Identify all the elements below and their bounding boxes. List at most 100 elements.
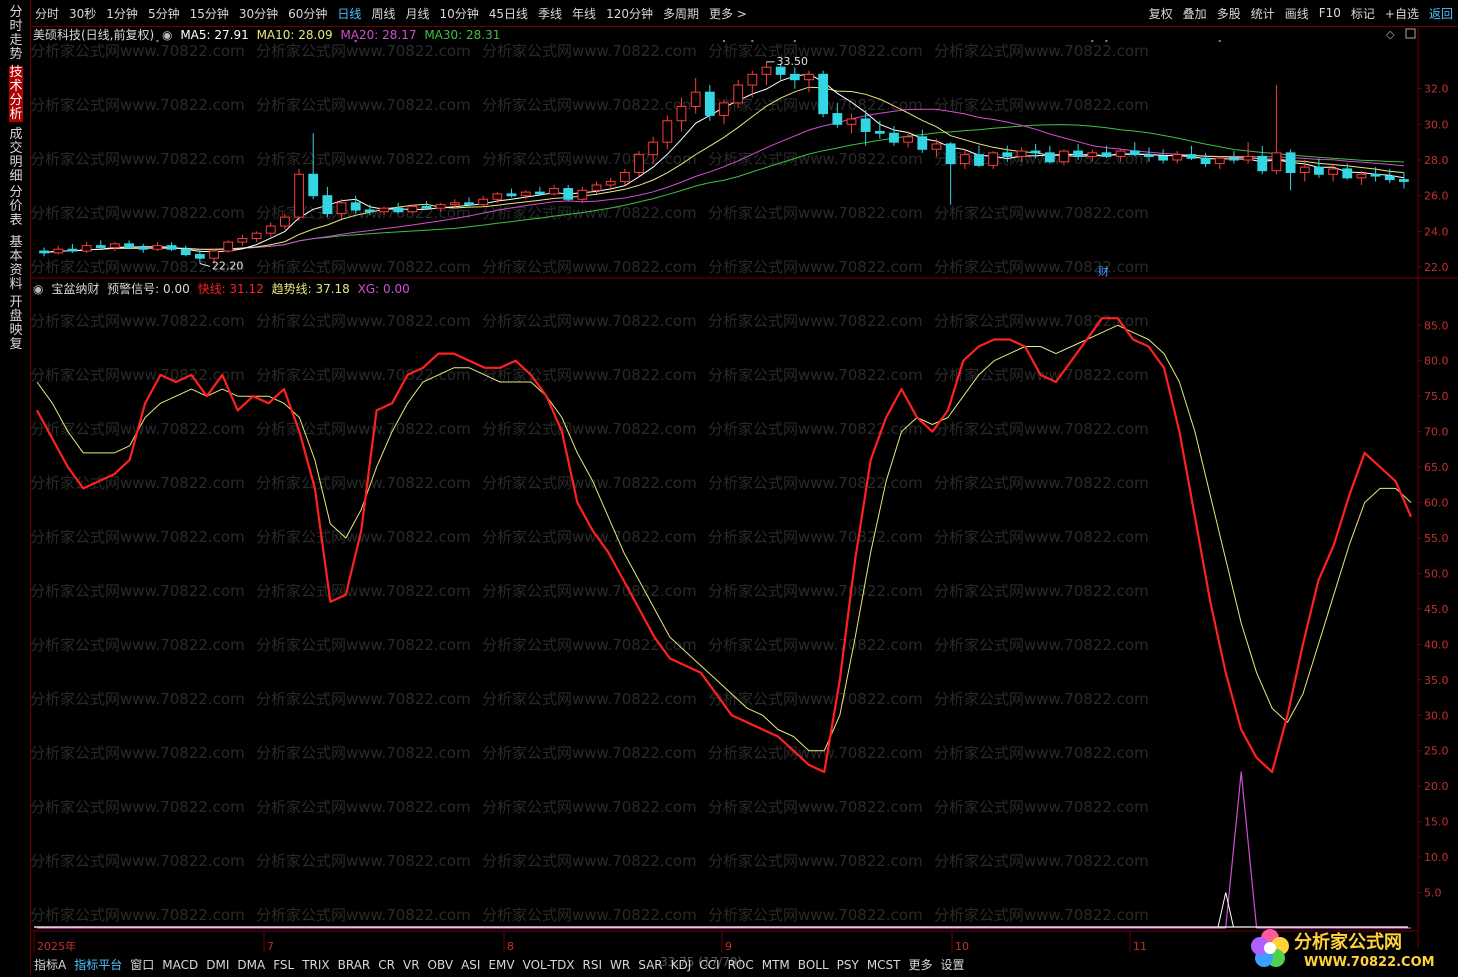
period-tab[interactable]: 多周期 — [658, 5, 704, 22]
period-tab[interactable]: 45日线 — [484, 5, 533, 22]
indicator-tab[interactable]: OBV — [424, 958, 458, 972]
sidebar-tab[interactable]: 分价表 — [9, 186, 23, 228]
indicator-tab[interactable]: CCI — [695, 958, 723, 972]
period-tab[interactable]: 60分钟 — [283, 5, 332, 22]
indicator-tick-label: 35.0 — [1424, 674, 1449, 687]
watermark-text: 分析家公式网www.70822.com — [30, 42, 245, 60]
sidebar-tab[interactable]: 开盘映复 — [9, 296, 23, 352]
indicator-tab[interactable]: MTM — [758, 958, 794, 972]
date-label: 2025年 — [37, 939, 76, 953]
candle-body — [917, 136, 928, 150]
watermark-text: 分析家公式网www.70822.com — [482, 528, 697, 546]
indicator-tab[interactable]: BOLL — [794, 958, 833, 972]
date-label: 11 — [1133, 940, 1147, 953]
candle-body — [1073, 150, 1084, 157]
event-marker — [1091, 40, 1094, 42]
period-tab[interactable]: 5分钟 — [143, 5, 185, 22]
indicator-tab[interactable]: RSI — [579, 958, 607, 972]
settings-circle-icon[interactable]: ◉ — [162, 28, 172, 42]
indicator-tab[interactable]: 指标平台 — [70, 956, 126, 973]
period-tab[interactable]: 30分钟 — [234, 5, 283, 22]
indicator-tick-label: 65.0 — [1424, 461, 1449, 474]
flower-logo-icon: 分析家公式网 WWW.70822.COM — [1251, 929, 1435, 970]
event-marker — [1105, 40, 1108, 42]
chart-canvas[interactable]: 分析家公式网www.70822.com 分析家公式网www.70822.com 分析… — [30, 26, 1458, 974]
candle-body — [294, 173, 304, 218]
period-tab[interactable]: 1分钟 — [101, 5, 143, 22]
candle-body — [704, 91, 715, 116]
trend-line-label: 趋势线: 37.18 — [271, 282, 350, 296]
watermark-text: 分析家公式网www.70822.com — [934, 744, 1149, 762]
candle-body — [676, 105, 687, 122]
candle-body — [251, 232, 262, 240]
period-tab[interactable]: 周线 — [366, 5, 400, 22]
period-tab[interactable]: 年线 — [567, 5, 601, 22]
toolbar-right-button[interactable]: 叠加 — [1178, 5, 1212, 22]
period-tab[interactable]: 更多 > — [704, 5, 752, 22]
event-marker — [1218, 40, 1221, 42]
indicator-tab[interactable]: TRIX — [298, 958, 333, 972]
candle-body — [464, 202, 474, 206]
sidebar-tab[interactable]: 成交明细 — [9, 128, 23, 184]
candle-body — [1087, 152, 1098, 157]
watermark-text: 分析家公式网www.70822.com — [30, 906, 245, 924]
period-tab[interactable]: 日线 — [332, 5, 366, 22]
candle-body — [322, 195, 333, 215]
indicator-tab[interactable]: 窗口 — [126, 956, 158, 973]
period-tab[interactable]: 30秒 — [64, 5, 101, 22]
indicator-tab[interactable]: ROC — [724, 958, 758, 972]
indicator-tab[interactable]: SAR — [634, 958, 666, 972]
indicator-settings-icon[interactable]: ◉ — [33, 282, 43, 296]
period-tab[interactable]: 月线 — [400, 5, 434, 22]
indicator-tab[interactable]: 更多 — [905, 956, 937, 973]
watermark-text: 分析家公式网www.70822.com — [256, 258, 471, 276]
sidebar-tab[interactable]: 技术分析 — [9, 66, 23, 122]
indicator-tab[interactable]: WR — [606, 958, 634, 972]
candle-body — [889, 132, 899, 143]
toolbar-right-button[interactable]: +自选 — [1380, 5, 1424, 22]
watermark-text: 分析家公式网www.70822.com — [482, 42, 697, 60]
indicator-tab[interactable]: VR — [399, 958, 424, 972]
toolbar-right-button[interactable]: F10 — [1314, 6, 1346, 20]
period-toolbar: 分时 30秒 1分钟 5分钟 15分钟 30分钟 60分钟 日线 周线 月线 10分钟 45日线 季线年… — [30, 0, 1458, 27]
candle-body — [1101, 152, 1112, 157]
indicator-tab[interactable]: DMA — [233, 958, 269, 972]
period-tab[interactable]: 15分钟 — [185, 5, 234, 22]
indicator-tab[interactable]: MACD — [158, 958, 202, 972]
indicator-tab[interactable]: DMI — [202, 958, 233, 972]
candle-body — [945, 143, 956, 165]
candle-body — [1229, 157, 1239, 161]
watermark-text: 分析家公式网www.70822.com — [708, 420, 923, 438]
indicator-tab[interactable]: CR — [374, 958, 399, 972]
indicator-tab[interactable]: PSY — [833, 958, 863, 972]
indicator-tab[interactable]: KDJ — [667, 958, 696, 972]
candle-body — [81, 245, 92, 252]
toolbar-right-button[interactable]: 多股 — [1212, 5, 1246, 22]
toolbar-right-button[interactable]: 统计 — [1246, 5, 1280, 22]
indicator-tab[interactable]: ASI — [457, 958, 484, 972]
indicator-tab[interactable]: 指标A — [30, 956, 70, 973]
candle-body — [110, 243, 120, 248]
sidebar-tab[interactable]: 基本资料 — [9, 236, 23, 292]
indicator-tab[interactable]: VOL-TDX — [519, 958, 579, 972]
indicator-tab[interactable]: BRAR — [334, 958, 375, 972]
indicator-tab[interactable]: 设置 — [937, 956, 969, 973]
period-tab[interactable]: 分时 — [30, 5, 64, 22]
site-logo: 分析家公式网 WWW.70822.COM — [1246, 924, 1446, 972]
indicator-tab[interactable]: EMV — [484, 958, 518, 972]
sidebar-tab[interactable]: 分时走势 — [9, 6, 23, 62]
period-tab[interactable]: 120分钟 — [601, 5, 658, 22]
cai-marker: 财 — [1098, 264, 1109, 278]
indicator-tab[interactable]: MCST — [863, 958, 905, 972]
period-tab[interactable]: 季线 — [533, 5, 567, 22]
period-tab[interactable]: 10分钟 — [434, 5, 483, 22]
toolbar-right-button[interactable]: 画线 — [1280, 5, 1314, 22]
indicator-legend: ◉ 宝盆纳财 预警信号: 0.00 快线: 31.12 趋势线: 37.18 X… — [33, 280, 414, 297]
indicator-tab[interactable]: FSL — [269, 958, 298, 972]
toolbar-right-button[interactable]: 返回 — [1424, 5, 1458, 22]
candle-body — [549, 188, 559, 195]
low-price-label: 22.20 — [212, 260, 244, 273]
toolbar-right-button[interactable]: 复权 — [1144, 5, 1178, 22]
toolbar-right-button[interactable]: 标记 — [1346, 5, 1380, 22]
candle-body — [1129, 150, 1140, 156]
